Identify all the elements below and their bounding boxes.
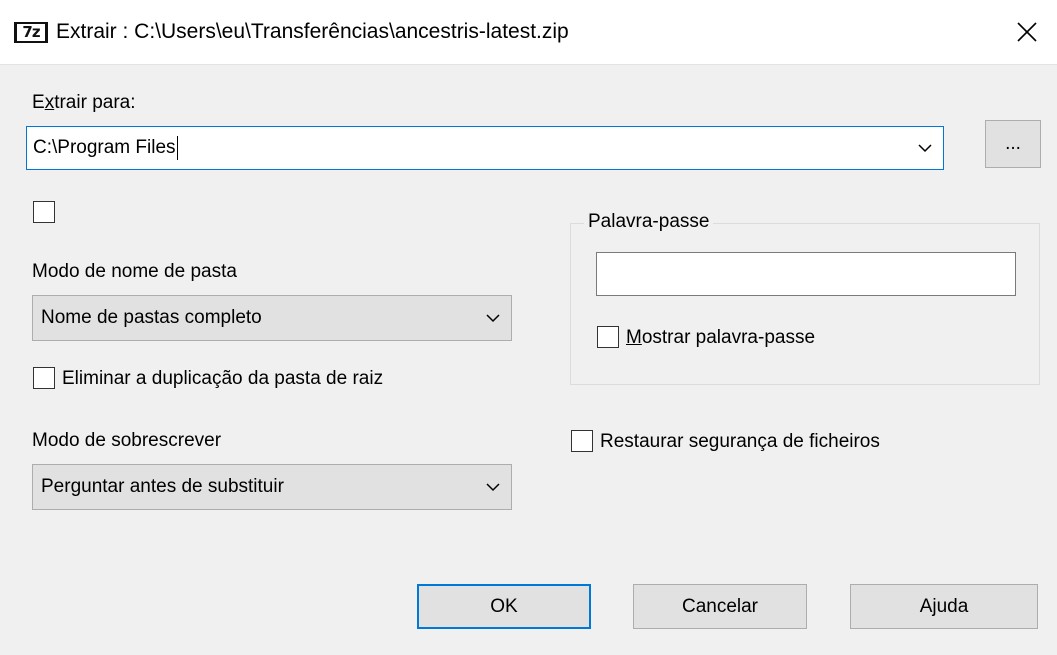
- overwrite-mode-value: Perguntar antes de substituir: [41, 476, 284, 497]
- ok-button[interactable]: OK: [417, 584, 591, 629]
- window-title: Extrair : C:\Users\eu\Transferências\anc…: [56, 20, 569, 43]
- chevron-down-icon: [486, 483, 500, 492]
- 7zip-app-icon: 7z: [14, 22, 48, 43]
- chevron-down-icon: [486, 314, 500, 323]
- restore-security-label[interactable]: Restaurar segurança de ficheiros: [600, 431, 880, 453]
- eliminate-root-checkbox[interactable]: [33, 367, 55, 389]
- folder-mode-select[interactable]: Nome de pastas completo: [32, 295, 512, 341]
- close-icon: [1017, 22, 1037, 42]
- folder-mode-label: Modo de nome de pasta: [32, 261, 237, 282]
- unlabeled-checkbox[interactable]: [33, 201, 55, 223]
- help-button[interactable]: Ajuda: [850, 584, 1038, 629]
- overwrite-mode-label: Modo de sobrescrever: [32, 430, 222, 451]
- chevron-down-icon: [918, 144, 932, 153]
- overwrite-mode-select[interactable]: Perguntar antes de substituir: [32, 464, 512, 510]
- extract-dialog: 7z Extrair : C:\Users\eu\Transferências\…: [0, 0, 1057, 655]
- restore-security-checkbox[interactable]: [571, 430, 593, 452]
- close-button[interactable]: [997, 0, 1057, 64]
- password-group-title: Palavra-passe: [584, 211, 714, 233]
- password-groupbox: [570, 223, 1040, 385]
- folder-mode-value: Nome de pastas completo: [41, 307, 262, 328]
- extract-path-combobox[interactable]: C:\Program Files: [26, 126, 944, 170]
- cancel-button[interactable]: Cancelar: [633, 584, 807, 629]
- password-input[interactable]: [596, 252, 1016, 296]
- app-icon-text: 7z: [17, 24, 45, 41]
- eliminate-root-label[interactable]: Eliminar a duplicação da pasta de raiz: [62, 368, 383, 390]
- show-password-checkbox[interactable]: [597, 326, 619, 348]
- browse-button[interactable]: ...: [985, 120, 1041, 168]
- extract-path-input[interactable]: C:\Program Files: [33, 127, 178, 169]
- show-password-label[interactable]: Mostrar palavra-passe: [626, 327, 815, 349]
- extract-to-label: Extrair para:: [32, 92, 136, 113]
- title-bar[interactable]: 7z Extrair : C:\Users\eu\Transferências\…: [0, 0, 1057, 65]
- text-cursor: [176, 136, 178, 160]
